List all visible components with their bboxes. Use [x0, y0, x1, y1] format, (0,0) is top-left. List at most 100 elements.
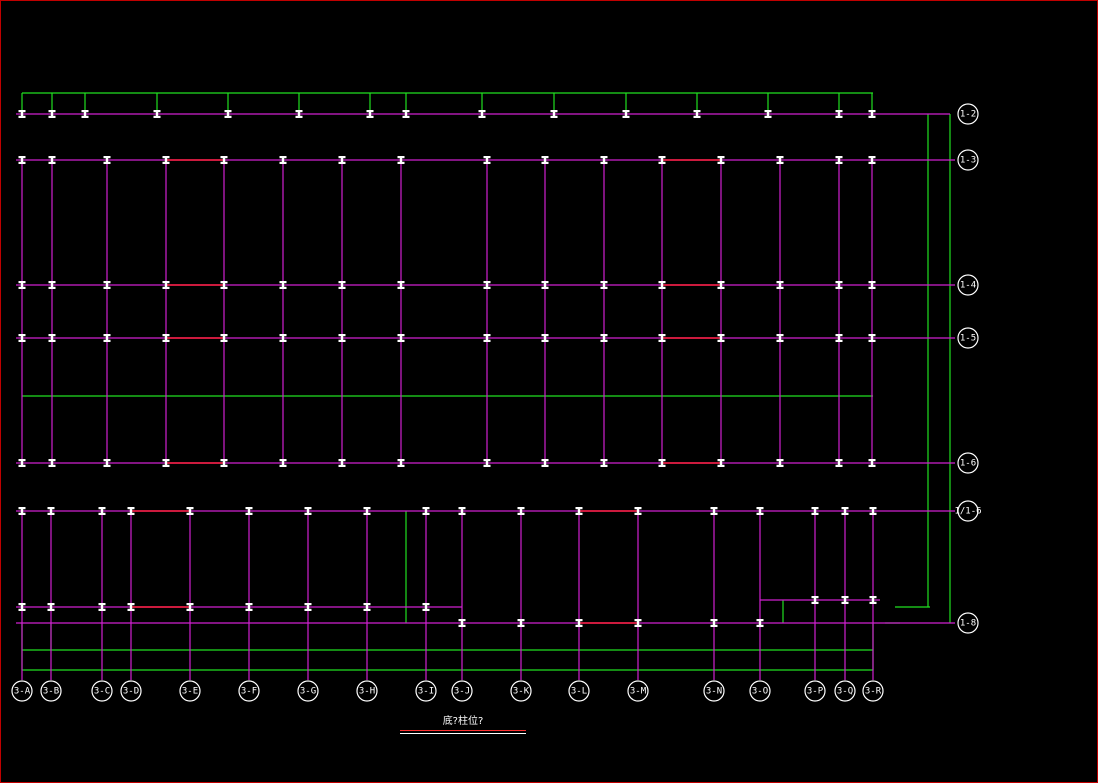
column-web: [543, 461, 547, 465]
column-flange-top: [127, 507, 135, 510]
column-web: [460, 621, 464, 625]
column-web: [20, 461, 24, 465]
column-web: [577, 509, 581, 513]
column-flange-top: [600, 281, 608, 284]
column-web: [843, 509, 847, 513]
column-web: [624, 112, 628, 116]
column-flange-top: [868, 110, 876, 113]
caption-text: 底?柱位?: [442, 716, 484, 727]
column-flange-top: [304, 507, 312, 510]
column-web: [365, 605, 369, 609]
column-flange-top: [295, 110, 303, 113]
column-flange-top: [18, 110, 26, 113]
column-web: [100, 605, 104, 609]
column-web: [164, 158, 168, 162]
column-flange-top: [363, 603, 371, 606]
column-web: [695, 112, 699, 116]
column-flange-bottom: [600, 286, 608, 289]
column-web: [719, 336, 723, 340]
column-web: [602, 336, 606, 340]
axis-bubble-label: 1/1-6: [954, 507, 981, 517]
axis-bubble-col: 3-K: [510, 680, 532, 702]
axis-bubble-label: 1-8: [960, 619, 976, 629]
column-web: [306, 509, 310, 513]
column-flange-top: [658, 334, 666, 337]
column-web: [485, 158, 489, 162]
column-web: [519, 509, 523, 513]
column-flange-top: [717, 334, 725, 337]
column-flange-top: [868, 459, 876, 462]
column-flange-bottom: [103, 464, 111, 467]
column-flange-top: [18, 156, 26, 159]
column-flange-top: [517, 619, 525, 622]
column-flange-top: [541, 334, 549, 337]
column-flange-bottom: [18, 339, 26, 342]
column-web: [758, 621, 762, 625]
column-flange-top: [397, 156, 405, 159]
column-flange-bottom: [153, 115, 161, 118]
column-flange-top: [103, 281, 111, 284]
column-flange-bottom: [338, 464, 346, 467]
column-web: [660, 283, 664, 287]
column-flange-bottom: [483, 286, 491, 289]
column-flange-top: [658, 156, 666, 159]
column-flange-top: [363, 507, 371, 510]
axis-bubble-label: 3-O: [752, 687, 768, 697]
column-flange-bottom: [710, 624, 718, 627]
column-flange-top: [835, 281, 843, 284]
column-web: [20, 112, 24, 116]
column-flange-bottom: [600, 464, 608, 467]
column-flange-bottom: [835, 339, 843, 342]
column-flange-bottom: [48, 339, 56, 342]
column-web: [602, 461, 606, 465]
column-web: [404, 112, 408, 116]
column-flange-top: [402, 110, 410, 113]
column-flange-top: [710, 619, 718, 622]
column-flange-bottom: [279, 161, 287, 164]
column-flange-bottom: [658, 286, 666, 289]
column-flange-top: [18, 281, 26, 284]
column-flange-top: [478, 110, 486, 113]
column-flange-bottom: [776, 464, 784, 467]
column-flange-top: [550, 110, 558, 113]
axis-bubble-label: 3-H: [359, 687, 375, 697]
column-layout-plan: 1-2 1-3 1-4 1-5 1-6 1/1-6 1-8 3-A 3-B 3-C 3-D 3-E 3-…: [11, 92, 982, 702]
column-flange-top: [634, 619, 642, 622]
column-web: [20, 283, 24, 287]
column-web: [50, 112, 54, 116]
column-flange-top: [279, 281, 287, 284]
column-flange-bottom: [48, 161, 56, 164]
column-flange-bottom: [600, 161, 608, 164]
column-web: [129, 509, 133, 513]
column-flange-top: [658, 281, 666, 284]
column-flange-bottom: [868, 464, 876, 467]
column-flange-top: [48, 156, 56, 159]
column-flange-top: [279, 156, 287, 159]
column-web: [719, 461, 723, 465]
column-flange-bottom: [220, 286, 228, 289]
column-web: [340, 158, 344, 162]
column-flange-top: [634, 507, 642, 510]
column-flange-bottom: [220, 161, 228, 164]
beam-lines: [16, 113, 955, 680]
column-flange-top: [458, 507, 466, 510]
column-flange-top: [483, 334, 491, 337]
column-flange-top: [600, 459, 608, 462]
column-flange-bottom: [18, 161, 26, 164]
column-flange-bottom: [658, 161, 666, 164]
axis-bubble-label: 1-5: [960, 334, 976, 344]
column-flange-bottom: [717, 464, 725, 467]
axis-bubble-col: 3-R: [862, 680, 884, 702]
axis-bubble-col: 3-C: [91, 680, 113, 702]
column-web: [164, 461, 168, 465]
axis-bubble-row: 1-4: [957, 274, 979, 296]
column-flange-bottom: [279, 464, 287, 467]
column-flange-top: [422, 603, 430, 606]
column-web: [871, 598, 875, 602]
column-flange-bottom: [304, 608, 312, 611]
column-web: [155, 112, 159, 116]
column-flange-bottom: [18, 512, 26, 515]
axis-bubble-col: 3-O: [749, 680, 771, 702]
column-flange-bottom: [835, 161, 843, 164]
axis-bubble-col: 3-N: [703, 680, 725, 702]
